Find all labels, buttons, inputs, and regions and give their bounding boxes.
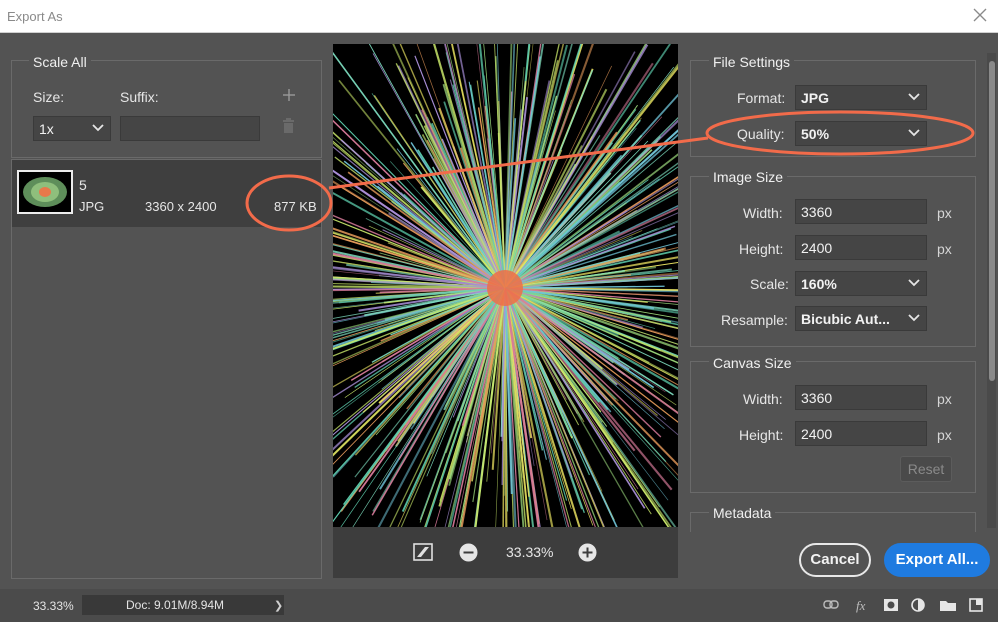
canvas-height-label: Height: [739, 427, 784, 443]
chevron-down-icon [908, 279, 920, 287]
image-width-unit: px [937, 205, 952, 221]
fx-icon: fx [856, 598, 866, 613]
canvas-width-label: Width: [743, 391, 783, 407]
preview-toolbar: 33.33% [333, 527, 678, 578]
toggle-preview-icon[interactable] [413, 543, 433, 561]
resample-value: Bicubic Aut... [801, 311, 890, 327]
chevron-down-icon [908, 314, 920, 322]
asset-thumbnail [17, 170, 73, 214]
asset-dimensions: 3360 x 2400 [145, 199, 217, 214]
export-dialog: Scale All Size: Suffix: 1x 5 JPG 3360 x … [0, 0, 998, 607]
reset-button[interactable]: Reset [900, 456, 952, 482]
add-icon[interactable] [282, 88, 296, 102]
asset-row[interactable]: 5 JPG 3360 x 2400 877 KB [12, 160, 321, 227]
quality-label: Quality: [737, 126, 785, 142]
link-icon [823, 600, 839, 609]
chevron-down-icon [908, 129, 920, 137]
image-width-input[interactable]: 3360 [795, 199, 927, 224]
chevron-down-icon [908, 93, 920, 101]
preview-panel[interactable]: 33.33% [205, 0, 802, 607]
image-height-unit: px [937, 241, 952, 257]
format-select[interactable]: JPG [795, 85, 927, 110]
suffix-label: Suffix: [120, 89, 159, 105]
mask-icon [884, 599, 898, 611]
image-size-title: Image Size [709, 169, 788, 185]
thumbnail-image [23, 177, 67, 207]
canvas-width-input[interactable]: 3360 [795, 385, 927, 410]
scale-all-group [11, 60, 322, 158]
zoom-level: 33.33% [506, 544, 554, 560]
window-title: Export As [7, 9, 63, 24]
image-width-label: Width: [743, 205, 783, 221]
file-settings-title: File Settings [709, 54, 795, 70]
export-all-button[interactable]: Export All... [884, 543, 990, 577]
adjustment-icon [911, 598, 925, 612]
scale-select[interactable]: 160% [795, 271, 927, 296]
folder-icon [940, 601, 956, 611]
cancel-button[interactable]: Cancel [799, 543, 871, 577]
close-icon[interactable] [970, 5, 990, 25]
new-layer-icon [969, 598, 983, 612]
chevron-down-icon [92, 124, 104, 132]
canvas-height-unit: px [937, 427, 952, 443]
title-bar: Export As [0, 0, 998, 33]
scale-label: Scale: [750, 276, 789, 292]
resample-label: Resample: [721, 312, 788, 328]
doc-size-text: Doc: 9.01M/8.94M [126, 598, 225, 612]
suffix-input[interactable] [120, 116, 260, 141]
size-value: 1x [39, 121, 54, 137]
asset-name: 5 [79, 177, 87, 193]
layer-tools: fx [823, 598, 983, 613]
image-height-label: Height: [739, 241, 784, 257]
format-label: Format: [737, 90, 786, 106]
canvas-height-input[interactable]: 2400 [795, 421, 927, 446]
canvas-size-title: Canvas Size [709, 355, 796, 371]
image-height-input[interactable]: 2400 [795, 235, 927, 260]
zoom-in-icon[interactable] [578, 543, 597, 562]
canvas-width-unit: px [937, 391, 952, 407]
asset-format: JPG [79, 199, 105, 214]
size-select[interactable]: 1x [33, 116, 111, 141]
doc-size: Doc: 9.01M/8.94M [82, 595, 284, 615]
preview-image [205, 0, 802, 607]
format-value: JPG [801, 90, 830, 106]
scale-all-title: Scale All [29, 54, 91, 70]
quality-value: 50% [801, 126, 830, 142]
size-label: Size: [33, 89, 65, 105]
resample-select[interactable]: Bicubic Aut... [795, 306, 927, 331]
scale-value: 160% [801, 276, 837, 292]
status-arrow-icon[interactable]: ❯ [274, 599, 283, 612]
zoom-out-icon[interactable] [459, 543, 478, 562]
trash-icon[interactable] [282, 118, 295, 133]
scrollbar-thumb[interactable] [989, 61, 995, 381]
metadata-title: Metadata [709, 505, 776, 521]
quality-select[interactable]: 50% [795, 121, 927, 146]
asset-file-size: 877 KB [274, 199, 317, 214]
status-zoom: 33.33% [33, 599, 74, 613]
status-bar: 33.33% Doc: 9.01M/8.94M ❯ fx [0, 589, 998, 622]
